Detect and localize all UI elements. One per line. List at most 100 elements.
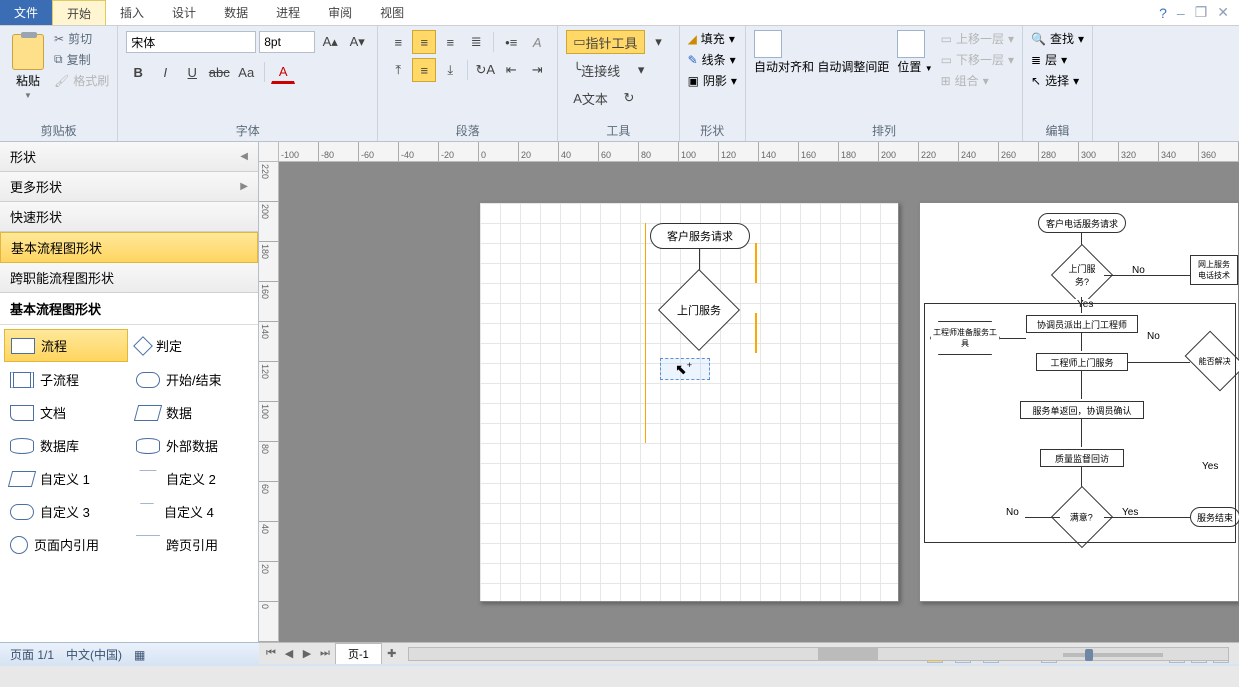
auto-align-button[interactable]: 自动对齐和 自动调整间距 xyxy=(754,30,889,120)
group-clipboard: 粘贴 ▼ ✂剪切 ⧉复制 🖌格式刷 剪贴板 xyxy=(0,26,118,141)
font-color-button[interactable]: A xyxy=(271,60,295,84)
tab-file[interactable]: 文件 xyxy=(0,0,52,25)
sidebar-more-shapes[interactable]: 更多形状▶ xyxy=(0,172,258,202)
page-tab-1[interactable]: 页-1 xyxy=(335,643,382,664)
shape-document[interactable]: 文档 xyxy=(4,397,128,428)
valign-bottom-button[interactable]: ⤓ xyxy=(438,58,462,82)
text-tool-button[interactable]: A 文本 xyxy=(566,86,615,110)
zoom-slider[interactable] xyxy=(1063,653,1163,657)
align-center-button[interactable]: ≡ xyxy=(412,30,436,54)
shape-decision[interactable]: 判定 xyxy=(130,329,254,362)
node-onsite-service[interactable]: 上门服务 xyxy=(658,269,740,351)
ref-n7[interactable]: 能否解决 xyxy=(1185,331,1239,392)
indent-right-button[interactable]: ⇥ xyxy=(525,58,549,82)
sidebar-quick-shapes[interactable]: 快速形状 xyxy=(0,202,258,232)
copy-button[interactable]: ⧉复制 xyxy=(54,51,109,68)
change-case-button[interactable]: Aa xyxy=(234,60,258,84)
ref-n5[interactable]: 工程师准备服务工具 xyxy=(930,321,1000,355)
tab-review[interactable]: 审阅 xyxy=(314,0,366,25)
align-left-button[interactable]: ≡ xyxy=(386,30,410,54)
position-button[interactable]: 位置 ▼ xyxy=(897,30,932,120)
sidebar-header-shapes[interactable]: 形状◀ xyxy=(0,142,258,172)
ref-n11[interactable]: 服务结束 xyxy=(1190,507,1239,527)
indent-left-button[interactable]: ⇤ xyxy=(499,58,523,82)
nav-next[interactable]: ▶ xyxy=(299,647,315,660)
ref-n9[interactable]: 质量监督回访 xyxy=(1040,449,1124,467)
group-label: 工具 xyxy=(566,120,670,139)
tab-process[interactable]: 进程 xyxy=(262,0,314,25)
ref-n6[interactable]: 工程师上门服务 xyxy=(1036,353,1128,371)
find-button[interactable]: 🔍查找 ▾ xyxy=(1031,30,1084,47)
tab-design[interactable]: 设计 xyxy=(158,0,210,25)
align-justify-button[interactable]: ≣ xyxy=(464,30,488,54)
text-direction-button[interactable]: ↻A xyxy=(473,58,497,82)
shape-onpage[interactable]: 页面内引用 xyxy=(4,529,128,560)
send-backward-button[interactable]: ▭下移一层 ▾ xyxy=(941,51,1014,68)
page-reference[interactable]: 客户电话服务请求 上门服务? Yes No 网上服务 电话技术 协调员派出上门工… xyxy=(919,202,1239,602)
help-icon[interactable]: ? xyxy=(1159,5,1167,21)
shape-custom1[interactable]: 自定义 1 xyxy=(4,463,128,494)
group-button[interactable]: ⊞组合 ▾ xyxy=(941,72,1014,89)
new-page-button[interactable]: ✚ xyxy=(384,647,400,660)
format-painter-button[interactable]: 🖌格式刷 xyxy=(54,72,109,89)
shape-startend[interactable]: 开始/结束 xyxy=(130,364,254,395)
shadow-button[interactable]: ▣阴影 ▾ xyxy=(688,72,737,89)
connector-tool-button[interactable]: ╰ 连接线 xyxy=(566,58,627,82)
bold-button[interactable]: B xyxy=(126,60,150,84)
cut-button[interactable]: ✂剪切 xyxy=(54,30,109,47)
nav-prev[interactable]: ◀ xyxy=(281,647,297,660)
layers-button[interactable]: ≣层 ▾ xyxy=(1031,51,1084,68)
status-language[interactable]: 中文(中国) xyxy=(66,646,122,663)
font-name-input[interactable] xyxy=(126,31,256,53)
line-button[interactable]: ✎线条 ▾ xyxy=(688,51,737,68)
tab-data[interactable]: 数据 xyxy=(210,0,262,25)
tab-insert[interactable]: 插入 xyxy=(106,0,158,25)
grow-font-button[interactable]: A▴ xyxy=(318,30,342,54)
drawing-canvas[interactable]: 客户服务请求 ▼ 上门服务 ⬉+ 客户电话服务请求 上门服务? Yes xyxy=(279,162,1239,642)
sidebar-basic-flowchart[interactable]: 基本流程图形状 xyxy=(0,232,258,263)
valign-middle-button[interactable]: ≡ xyxy=(412,58,436,82)
fill-button[interactable]: ◢填充 ▾ xyxy=(688,30,737,47)
minimize-icon[interactable]: – xyxy=(1177,5,1185,21)
valign-top-button[interactable]: ⤒ xyxy=(386,58,410,82)
pointer-tool-button[interactable]: ▭ 指针工具 xyxy=(566,30,644,54)
tool-dropdown-2[interactable]: ▾ xyxy=(629,58,653,82)
ref-n1[interactable]: 客户电话服务请求 xyxy=(1038,213,1126,233)
underline-button[interactable]: U xyxy=(180,60,204,84)
shape-subprocess[interactable]: 子流程 xyxy=(4,364,128,395)
nav-last[interactable]: ⏭ xyxy=(317,647,333,660)
macro-icon[interactable]: ▦ xyxy=(134,648,145,662)
italic-button[interactable]: I xyxy=(153,60,177,84)
shape-custom4[interactable]: 自定义 4 xyxy=(130,496,254,527)
tool-rotate[interactable]: ↻ xyxy=(617,86,641,110)
shape-data[interactable]: 数据 xyxy=(130,397,254,428)
shape-custom2[interactable]: 自定义 2 xyxy=(130,463,254,494)
paste-button[interactable]: 粘贴 ▼ xyxy=(8,30,48,120)
shrink-font-button[interactable]: A▾ xyxy=(345,30,369,54)
ref-n3[interactable]: 网上服务 电话技术 xyxy=(1190,255,1238,285)
shape-custom3[interactable]: 自定义 3 xyxy=(4,496,128,527)
sidebar-cross-functional[interactable]: 跨职能流程图形状 xyxy=(0,263,258,293)
tab-home[interactable]: 开始 xyxy=(52,0,106,25)
select-button[interactable]: ↖选择 ▾ xyxy=(1031,72,1084,89)
align-right-button[interactable]: ≡ xyxy=(438,30,462,54)
tool-dropdown-1[interactable]: ▾ xyxy=(647,30,671,54)
restore-icon[interactable]: ❐ xyxy=(1195,4,1208,21)
scissors-icon: ✂ xyxy=(54,32,64,46)
ref-n4[interactable]: 协调员派出上门工程师 xyxy=(1026,315,1138,333)
strike-button[interactable]: abc xyxy=(207,60,231,84)
shape-extdata[interactable]: 外部数据 xyxy=(130,430,254,461)
ref-n8[interactable]: 服务单返回，协调员确认 xyxy=(1020,401,1144,419)
shape-process[interactable]: 流程 xyxy=(4,329,128,362)
shape-offpage[interactable]: 跨页引用 xyxy=(130,529,254,560)
bring-forward-button[interactable]: ▭上移一层 ▾ xyxy=(941,30,1014,47)
node-customer-request[interactable]: 客户服务请求 xyxy=(650,223,750,249)
font-size-input[interactable] xyxy=(259,31,315,53)
close-icon[interactable]: ✕ xyxy=(1217,4,1229,21)
clear-format-button[interactable]: A xyxy=(525,30,549,54)
tab-view[interactable]: 视图 xyxy=(366,0,418,25)
bullets-button[interactable]: •≡ xyxy=(499,30,523,54)
nav-first[interactable]: ⏮ xyxy=(263,647,279,660)
shape-database[interactable]: 数据库 xyxy=(4,430,128,461)
page-working[interactable]: 客户服务请求 ▼ 上门服务 ⬉+ xyxy=(479,202,899,602)
